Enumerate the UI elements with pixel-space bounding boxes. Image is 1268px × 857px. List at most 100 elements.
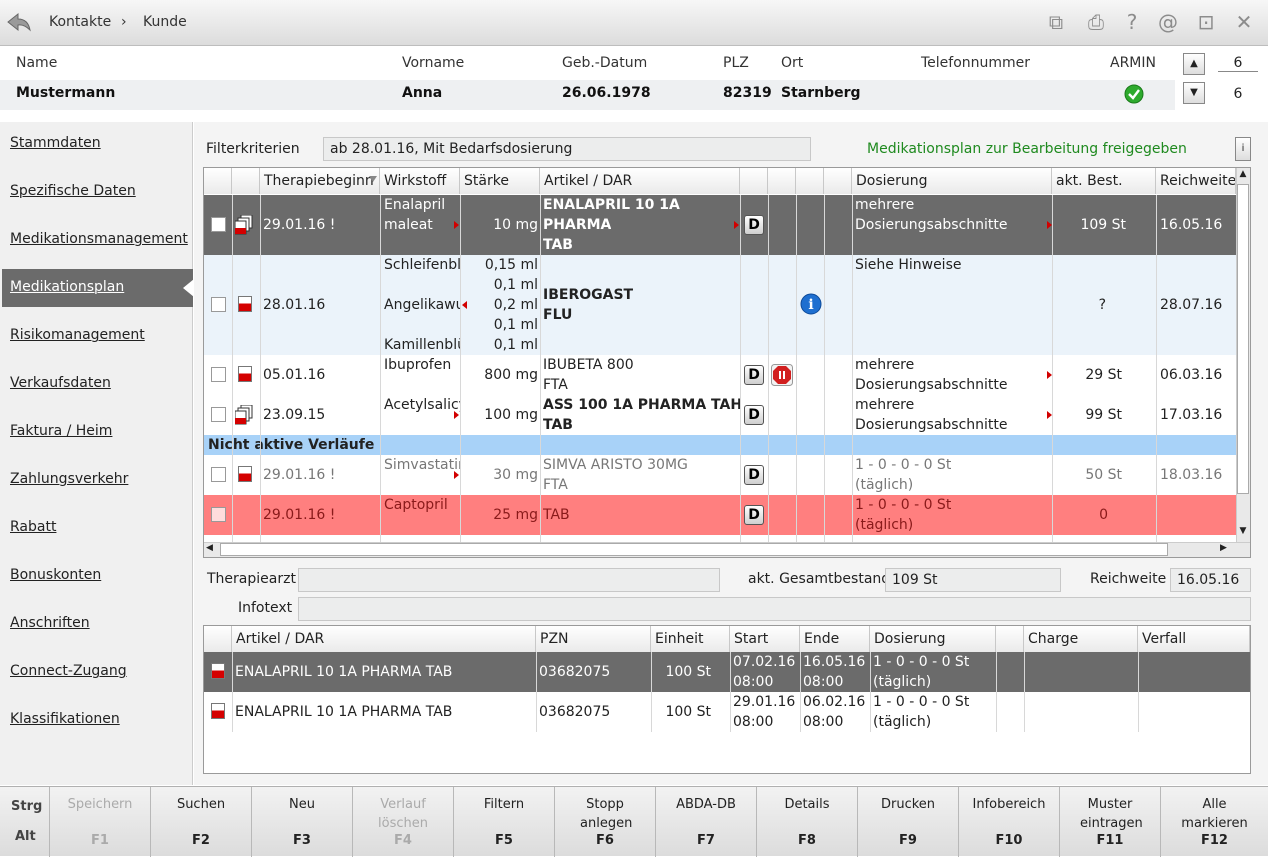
col-wirkstoff[interactable]: Wirkstoff xyxy=(380,168,460,194)
row-checkbox[interactable] xyxy=(211,367,226,382)
back-arrow-icon[interactable] xyxy=(6,10,32,34)
nav-rabatt[interactable]: Rabatt xyxy=(10,519,56,535)
col-pzn[interactable]: PZN xyxy=(536,626,651,652)
search-button[interactable]: Suchen F2 xyxy=(150,787,251,857)
cell-dosierung: 1 - 0 - 0 - 0 St xyxy=(855,497,952,513)
close-icon[interactable]: ✕ xyxy=(1232,10,1256,34)
dosage-d-button[interactable]: D xyxy=(744,405,764,425)
col-ende[interactable]: Ende xyxy=(800,626,870,652)
cell-dosierung: Dosierungsabschnitte xyxy=(855,417,1008,433)
nav-stammdaten[interactable]: Stammdaten xyxy=(10,135,101,151)
header-telefon: Telefonnummer xyxy=(921,55,1031,71)
previous-customer-button[interactable]: ▲ xyxy=(1183,53,1205,75)
scroll-down-icon[interactable]: ▼ xyxy=(1237,526,1249,540)
nav-bonuskonten[interactable]: Bonuskonten xyxy=(10,567,101,583)
col-start[interactable]: Start xyxy=(730,626,800,652)
dosage-d-button[interactable]: D xyxy=(744,215,764,235)
filter-button[interactable]: Filtern F5 xyxy=(453,787,554,857)
copy-icon[interactable]: ⧉ xyxy=(1044,10,1068,34)
cell-artikel: FLU xyxy=(543,307,573,323)
nav-medikationsplan[interactable]: Medikationsplan xyxy=(10,279,124,295)
stop-button[interactable]: Stopp anlegen F6 xyxy=(554,787,655,857)
help-icon[interactable]: ? xyxy=(1120,10,1144,34)
nav-risikomanagement[interactable]: Risikomanagement xyxy=(10,327,145,343)
col-dosierung[interactable]: Dosierung xyxy=(852,168,1052,194)
col-sep xyxy=(260,195,261,542)
nav-zahlungsverkehr[interactable]: Zahlungsverkehr xyxy=(10,471,128,487)
dispense-grid: Artikel / DAR PZN Einheit Start Ende Dos… xyxy=(203,625,1251,774)
scroll-left-icon[interactable]: ◀ xyxy=(206,543,213,553)
dosage-d-button[interactable]: D xyxy=(744,365,764,385)
col-dosierung[interactable]: Dosierung xyxy=(870,626,996,652)
therapiearzt-label: Therapiearzt xyxy=(207,571,296,587)
cell-pzn: 03682075 xyxy=(539,704,611,720)
print-button[interactable]: Drucken F9 xyxy=(857,787,958,857)
more-arrow-icon xyxy=(454,221,459,229)
dosage-d-button[interactable]: D xyxy=(744,505,764,525)
alt-label: Alt xyxy=(15,829,36,844)
next-customer-button[interactable]: ▼ xyxy=(1183,82,1205,104)
col-therapiebeginn[interactable]: Therapiebeginn xyxy=(260,168,380,194)
col-artikel-dar[interactable]: Artikel / DAR xyxy=(232,626,536,652)
col-sep xyxy=(380,195,381,542)
cell-date: 23.09.15 xyxy=(263,407,326,423)
row-checkbox[interactable] xyxy=(211,507,226,522)
cell-date: 29.01.16 ! xyxy=(263,217,336,233)
row-checkbox[interactable] xyxy=(211,217,226,232)
horizontal-scroll-thumb[interactable] xyxy=(220,543,1168,556)
col-sep xyxy=(730,652,731,732)
row-checkbox[interactable] xyxy=(211,407,226,422)
window-icon[interactable]: ⊡ xyxy=(1194,10,1218,34)
col-charge[interactable]: Charge xyxy=(1024,626,1138,652)
cell-artikel: TAB xyxy=(543,417,573,433)
col-blank xyxy=(996,626,1024,652)
infobereich-button[interactable]: Infobereich F10 xyxy=(958,787,1059,857)
info-icon[interactable]: i xyxy=(800,293,822,315)
row-checkbox[interactable] xyxy=(211,467,226,482)
muster-button[interactable]: Muster eintragen F11 xyxy=(1059,787,1160,857)
details-button[interactable]: Details F8 xyxy=(756,787,857,857)
info-toggle-button[interactable]: i xyxy=(1235,137,1251,161)
multi-medication-icon xyxy=(235,215,253,235)
save-button[interactable]: Speichern F1 xyxy=(49,787,150,857)
new-button[interactable]: Neu F3 xyxy=(251,787,352,857)
gesamtbestand-label: akt. Gesamtbestand xyxy=(748,571,891,587)
nav-klassifikationen[interactable]: Klassifikationen xyxy=(10,711,120,727)
scroll-right-icon[interactable]: ▶ xyxy=(1220,543,1227,553)
dosage-d-button[interactable]: D xyxy=(744,465,764,485)
col-sep xyxy=(1156,195,1157,542)
nav-verkaufsdaten[interactable]: Verkaufsdaten xyxy=(10,375,111,391)
col-artikel-dar[interactable]: Artikel / DAR xyxy=(540,168,740,194)
nav-connect-zugang[interactable]: Connect-Zugang xyxy=(10,663,127,679)
col-akt-best[interactable]: akt. Best. xyxy=(1052,168,1156,194)
col-staerke[interactable]: Stärke xyxy=(460,168,540,194)
col-einheit[interactable]: Einheit xyxy=(651,626,730,652)
cell-staerke: 0,1 ml xyxy=(493,277,538,293)
nav-active-pointer-icon xyxy=(183,279,194,297)
scroll-up-icon[interactable]: ▲ xyxy=(1237,169,1249,183)
row-checkbox[interactable] xyxy=(211,297,226,312)
col-sep xyxy=(1052,195,1053,542)
abda-db-button[interactable]: ABDA-DB F7 xyxy=(655,787,756,857)
col-verfall[interactable]: Verfall xyxy=(1138,626,1250,652)
stop-icon[interactable] xyxy=(771,364,793,386)
cell-artikel: ENALAPRIL 10 1A PHARMA TAB xyxy=(235,664,453,680)
print-icon[interactable]: ⎙ xyxy=(1084,10,1108,34)
breadcrumb-kontakte[interactable]: Kontakte xyxy=(49,14,111,30)
col-reichweite[interactable]: Reichweite xyxy=(1156,168,1236,194)
select-all-button[interactable]: Alle markieren F12 xyxy=(1160,787,1268,857)
reichweite-field: 16.05.16 xyxy=(1170,568,1251,592)
cell-einheit: 100 St xyxy=(665,664,711,680)
cell-dosierung: mehrere xyxy=(855,357,915,373)
nav-spezifische-daten[interactable]: Spezifische Daten xyxy=(10,183,136,199)
delete-course-button[interactable]: Verlauf löschen F4 xyxy=(352,787,453,857)
cell-pzn: 03682075 xyxy=(539,664,611,680)
nav-faktura-heim[interactable]: Faktura / Heim xyxy=(10,423,112,439)
vertical-scroll-thumb[interactable] xyxy=(1237,184,1249,494)
cell-staerke: 10 mg xyxy=(493,217,538,233)
cell-start: 08:00 xyxy=(733,714,774,730)
nav-anschriften[interactable]: Anschriften xyxy=(10,615,90,631)
medication-grid: Therapiebeginn Wirkstoff Stärke Artikel … xyxy=(203,167,1251,558)
nav-medikationsmanagement[interactable]: Medikationsmanagement xyxy=(10,231,188,247)
at-icon[interactable]: @ xyxy=(1156,10,1180,34)
